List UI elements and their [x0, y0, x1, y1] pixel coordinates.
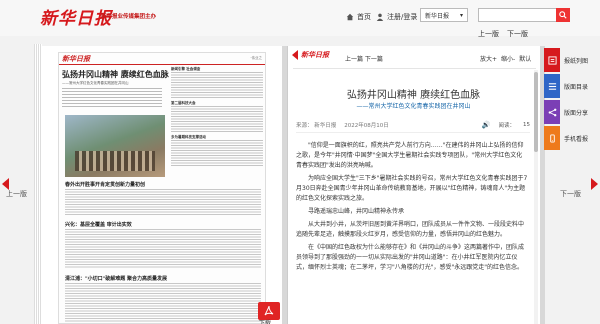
article-paragraph: "信仰是一面旗帜的红，照亮共产党人前行方向……"在建伟的井冈山上弘扬的信仰之歌，…	[296, 142, 524, 169]
newspaper-icon	[544, 48, 560, 72]
share-icon	[544, 100, 560, 124]
side-text-2	[171, 106, 263, 132]
prev-page-label[interactable]: 上一版	[6, 189, 27, 199]
default-size-button[interactable]: 默认	[519, 54, 531, 63]
side-text-3	[171, 140, 263, 166]
login-link-label: 注册/登录	[387, 13, 418, 21]
read-label: 阅读：	[498, 123, 515, 129]
zoom-out-button[interactable]: 缩小-	[501, 54, 515, 63]
page-stack-edges	[34, 44, 42, 324]
next-page-arrow-icon[interactable]	[591, 178, 598, 190]
newspaper-story-3-text	[65, 229, 261, 269]
top-header: 新华日报 新华报业传媒集团主办 首页 注册/登录 新华日报 ▾ 上一版 下一版	[0, 0, 600, 39]
speaker-icon[interactable]: 🔊	[482, 121, 491, 129]
prev-page-link[interactable]: 上一版	[478, 29, 499, 39]
article-paragraph: 从大井到小井，从茨坪旧居到黄洋界哨口，团队成员从一件件文物、一段段史料中追随先辈…	[296, 221, 525, 238]
article-toolbar-divider	[293, 68, 536, 69]
article-title: 弘扬井冈山精神 赓续红色血脉	[346, 90, 481, 101]
login-link[interactable]: 注册/登录	[376, 12, 417, 22]
side-button-label: 手机看报	[564, 135, 589, 143]
newspaper-story-4-text	[65, 283, 261, 323]
side-button-share[interactable]: 版面分享	[544, 100, 588, 124]
home-icon	[346, 13, 354, 21]
article-body: "信仰是一面旗帜的红，照亮共产党人前行方向……"在建伟的井冈山上弘扬的信仰之歌，…	[296, 141, 528, 321]
side-button-mobile[interactable]: 手机看报	[544, 126, 588, 150]
side-button-page-catalog[interactable]: 版面目录	[544, 74, 588, 98]
search-icon	[559, 11, 567, 19]
site-logo-subtitle: 新华报业传媒集团主办	[101, 14, 157, 20]
newspaper-story-3-headline[interactable]: 兴化：基层全覆盖 审计出实效	[65, 221, 132, 228]
search-button[interactable]	[556, 8, 570, 22]
side-text-1	[171, 72, 263, 98]
user-icon	[376, 13, 384, 21]
list-icon	[544, 74, 560, 98]
page-nav-links: 上一版 下一版	[478, 29, 528, 39]
phone-icon	[544, 126, 560, 150]
article-prev-next[interactable]: 上一篇 下一篇	[345, 54, 383, 63]
pdf-icon	[264, 305, 274, 316]
side-button-label: 版面目录	[564, 83, 589, 91]
paper-select[interactable]: 新华日报 ▾	[420, 8, 468, 22]
article-paragraph: 寻路遥瑞忠山峰，井冈山精神永传承	[308, 208, 405, 215]
article-logo: 新华日报	[301, 50, 329, 59]
newspaper-side-column: 新闻引擎 社会调查 第二届科技大会 多为暑期科技支撑活动	[171, 67, 263, 187]
article-date: 2022年08月10日	[344, 123, 389, 129]
newspaper-edition: ·伟业之	[250, 56, 262, 60]
meta-divider	[296, 132, 530, 133]
back-arrow-icon[interactable]	[292, 50, 298, 60]
newspaper-photo	[65, 115, 165, 177]
next-page-link[interactable]: 下一版	[507, 29, 528, 39]
chevron-down-icon: ▾	[459, 11, 463, 19]
article-scrollbar-thumb[interactable]	[534, 72, 538, 152]
newspaper-masthead: 新华日报	[62, 53, 90, 63]
newspaper-masthead-bar: 新华日报 ·伟业之	[59, 53, 265, 65]
font-size-tools: 放大+ 缩小- 默认	[480, 54, 531, 63]
home-link-label: 首页	[357, 13, 371, 21]
next-page-label[interactable]: 下一版	[560, 189, 581, 199]
side-button-label: 版面分享	[564, 109, 589, 117]
paper-select-value: 新华日报	[425, 12, 450, 20]
newspaper-story-4-headline[interactable]: 清江浦："小切口"破解难题 聚合力高质量发展	[65, 275, 167, 282]
search-input[interactable]	[478, 8, 558, 22]
zoom-in-button[interactable]: 放大+	[480, 54, 497, 63]
pdf-download-label[interactable]: 下载	[259, 318, 271, 324]
article-paragraph: 为响应全国大学生"三下乡"暑期社会实践的号召，常州大学红色文化青春实践团于7月3…	[296, 175, 528, 202]
newspaper-story-2-headline[interactable]: 春外出开胜事开肯定贯创新力量初创	[65, 181, 145, 188]
article-meta: 来源： 新华日报 2022年08月10日 🔊 阅读： 15	[296, 119, 530, 131]
newspaper-text-block	[62, 88, 162, 108]
newspaper-story-2-text	[65, 189, 261, 215]
home-link[interactable]: 首页	[346, 12, 371, 22]
article-paragraph: 在《中国的红色政权为什么能够存在》和《井冈山的斗争》这两篇著作中，团队成员领导到…	[296, 244, 525, 271]
side-button-label: 报纸列图	[564, 57, 589, 65]
side-button-newspaper-list[interactable]: 报纸列图	[544, 48, 588, 72]
read-count: 15	[523, 122, 530, 128]
article-source: 来源： 新华日报	[296, 123, 337, 129]
newspaper-page-image[interactable]: 新华日报 ·伟业之 弘扬井冈山精神 赓续红色血脉 ——常州大学红色文化青春实践团…	[58, 52, 266, 324]
article-subtitle: ——常州大学红色文化青春实践团在井冈山	[356, 103, 471, 110]
